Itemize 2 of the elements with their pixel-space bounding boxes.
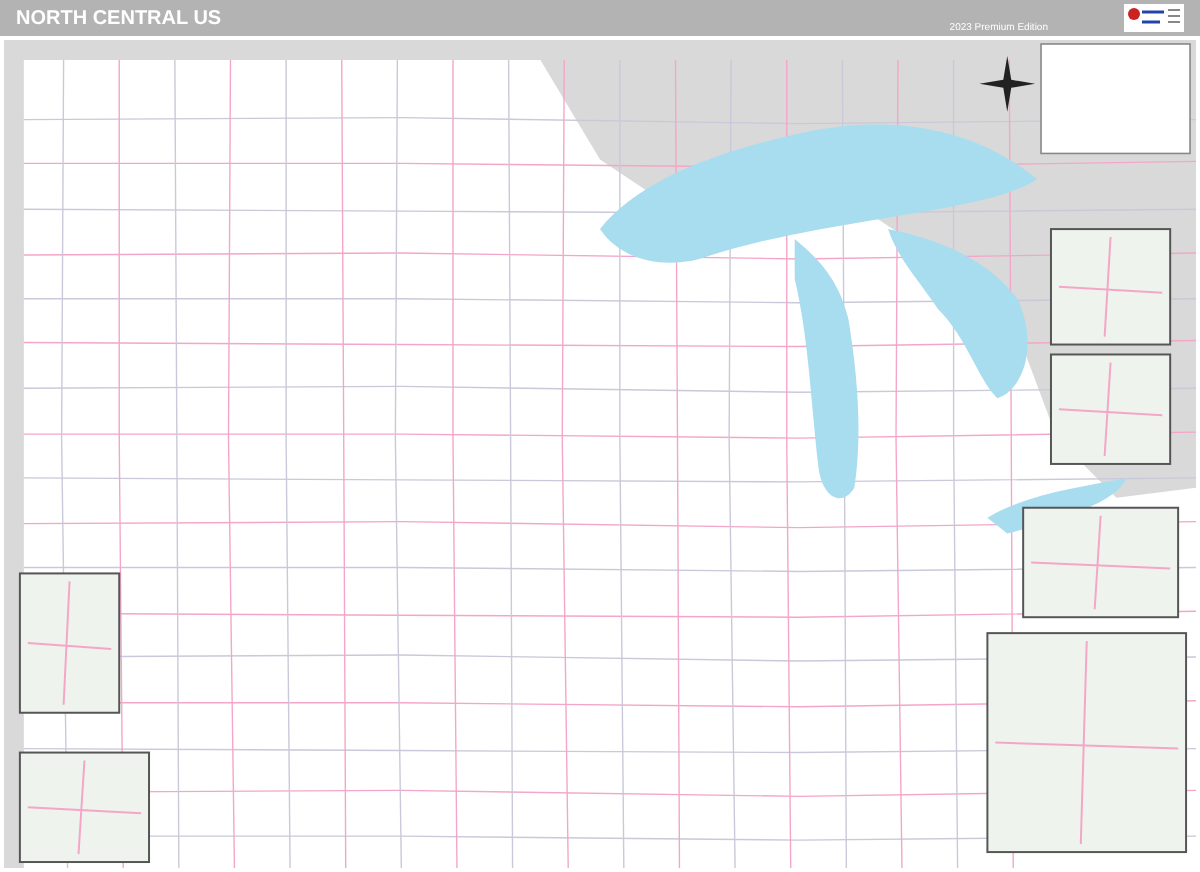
logo-icon — [1124, 4, 1184, 32]
map-title: NORTH CENTRAL US — [16, 5, 222, 33]
